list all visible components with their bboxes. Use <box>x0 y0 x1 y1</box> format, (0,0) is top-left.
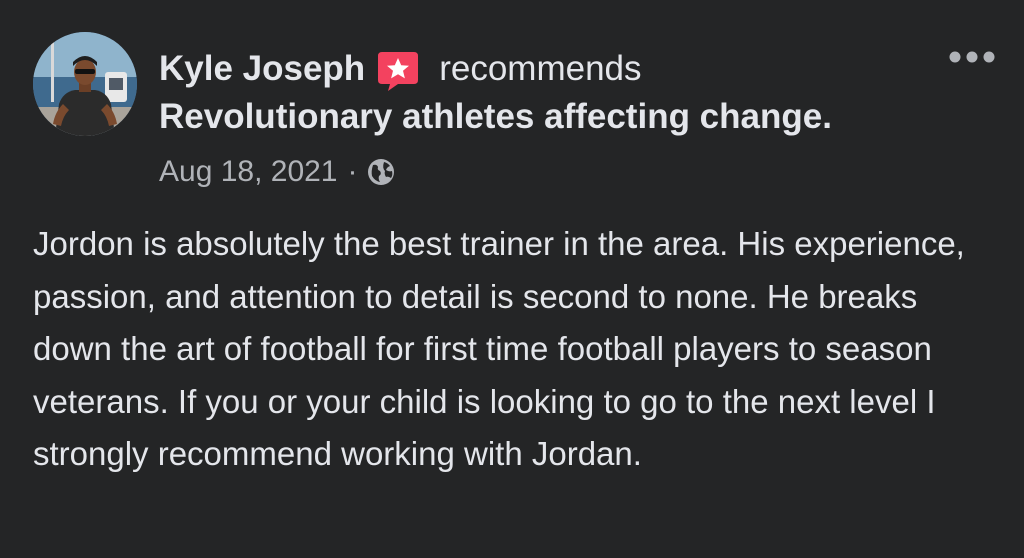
recommendation-post: Kyle Joseph recommends Revolutionary ath… <box>0 0 1024 558</box>
recommended-page-name[interactable]: Revolutionary athletes affecting change. <box>159 97 832 137</box>
more-options-button[interactable] <box>944 40 1000 74</box>
more-horizontal-icon <box>949 51 995 63</box>
post-header: Kyle Joseph recommends <box>159 46 642 92</box>
post-date[interactable]: Aug 18, 2021 <box>159 155 338 189</box>
meta-separator: · <box>347 155 358 188</box>
author-name[interactable]: Kyle Joseph <box>159 49 365 89</box>
post-body-text: Jordon is absolutely the best trainer in… <box>33 225 965 472</box>
post-meta: Aug 18, 2021 · <box>159 152 396 192</box>
avatar-photo <box>33 32 137 136</box>
author-avatar[interactable] <box>33 32 137 136</box>
star-badge-icon <box>376 49 420 93</box>
globe-icon[interactable] <box>366 157 396 187</box>
action-text: recommends <box>439 49 642 88</box>
